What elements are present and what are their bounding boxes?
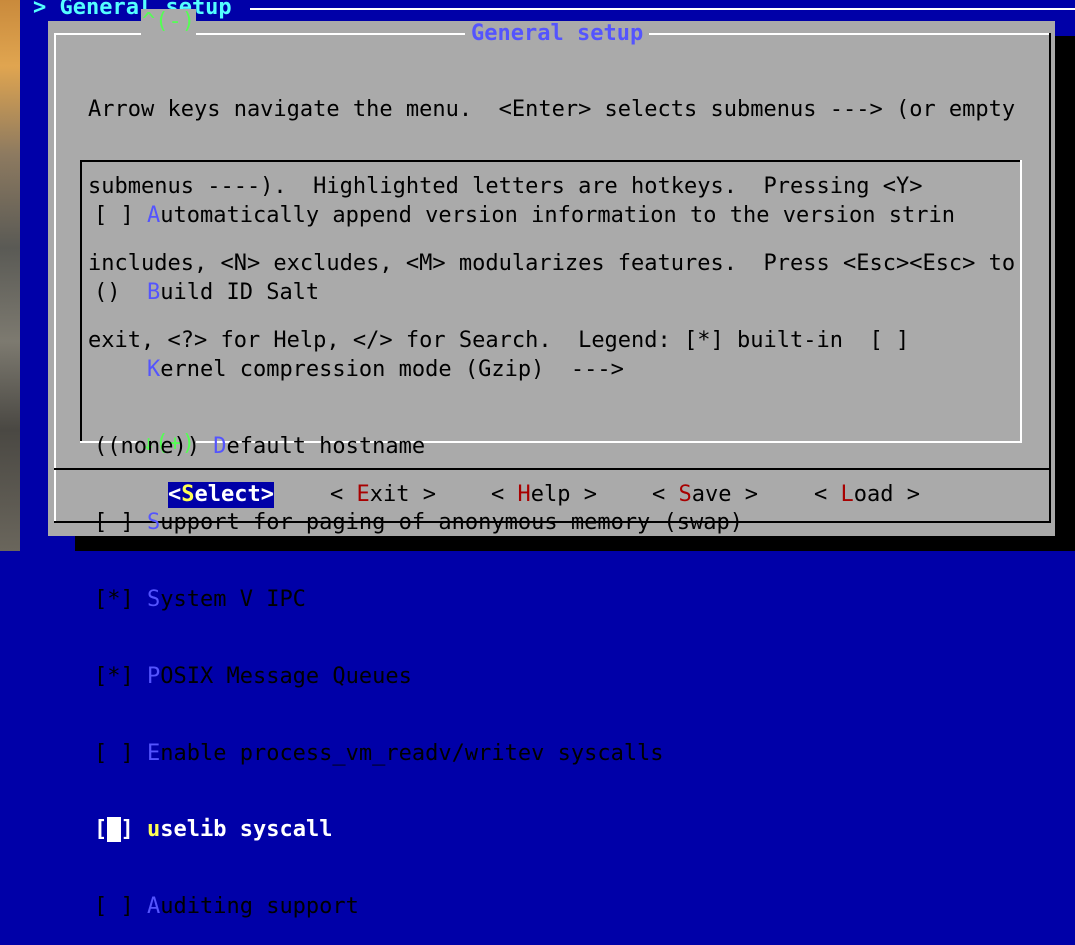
menu-item-version-append[interactable]: [ ] Automatically append version informa… xyxy=(94,203,974,229)
menu-item-process-vm[interactable]: [ ] Enable process_vm_readv/writev sysca… xyxy=(94,741,974,767)
menu-item-posix-mqueue[interactable]: [*] POSIX Message Queues xyxy=(94,664,974,690)
menu-item-kernel-compression[interactable]: Kernel compression mode (Gzip) ---> xyxy=(94,357,974,383)
menu-item-swap[interactable]: [ ] Support for paging of anonymous memo… xyxy=(94,510,974,536)
menu-items: [ ] Automatically append version informa… xyxy=(94,152,974,945)
menu-item-auditing[interactable]: [ ] Auditing support xyxy=(94,894,974,920)
title-rule xyxy=(250,8,1075,10)
menu-item-default-hostname[interactable]: ((none)) Default hostname xyxy=(94,434,974,460)
desktop-background xyxy=(0,0,20,551)
menu-item-uselib-selected[interactable]: [ ] uselib syscall xyxy=(94,817,974,843)
dialog-title: General setup xyxy=(465,21,650,47)
text-cursor xyxy=(107,817,121,843)
terminal-title: > General setup xyxy=(33,0,232,20)
menu-item-build-id-salt[interactable]: () Build ID Salt xyxy=(94,280,974,306)
menu-item-sysv-ipc[interactable]: [*] System V IPC xyxy=(94,587,974,613)
dialog-shadow-right xyxy=(1055,36,1075,536)
scroll-up-indicator: ^(-) xyxy=(141,9,196,35)
help-line: Arrow keys navigate the menu. <Enter> se… xyxy=(88,97,1016,123)
